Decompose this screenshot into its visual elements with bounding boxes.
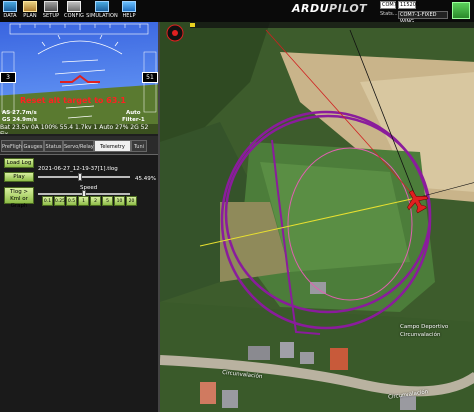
top-toolbar: DATA PLAN SETUP CONFIG SIMULATION HELP A… bbox=[0, 0, 474, 25]
load-log-button[interactable]: Load Log bbox=[4, 158, 34, 168]
map-label-campo: Campo Deportivo bbox=[400, 324, 449, 330]
speed-1-button[interactable]: 1 bbox=[78, 196, 89, 206]
altitude-readout: 51 bbox=[142, 72, 158, 83]
simulation-icon bbox=[95, 1, 109, 12]
ekf-label: Filter-1 bbox=[122, 117, 145, 123]
help-icon bbox=[122, 1, 136, 12]
hud-footer: Bat 23.5v 0A 100% 55.4 1.7kv 1 Auto 27% … bbox=[0, 124, 158, 134]
home-marker-icon[interactable] bbox=[160, 24, 190, 44]
connect-icon[interactable] bbox=[452, 2, 470, 19]
connection-type: COM7-1-FIXED WING bbox=[398, 11, 448, 25]
speed-0-25-button[interactable]: 0.25 bbox=[54, 196, 65, 206]
gps-indicator-icon bbox=[190, 23, 195, 27]
map-icon bbox=[23, 1, 37, 12]
airspeed-info: AS 27.7m/s bbox=[2, 110, 37, 116]
baud-select[interactable]: 115200 bbox=[398, 1, 419, 9]
setup-icon bbox=[44, 1, 58, 12]
panel-tabs: PreFlight Gauges Status Servo/Relay Tele… bbox=[0, 136, 158, 162]
simulation-button[interactable]: SIMULATION bbox=[86, 0, 118, 22]
tab-status[interactable]: Status bbox=[44, 140, 63, 152]
tab-tuning[interactable]: Tuni bbox=[131, 140, 147, 152]
speed-10-button[interactable]: 10 bbox=[114, 196, 125, 206]
stats-link[interactable]: Stats... bbox=[380, 11, 398, 17]
tlog-kml-graph-button[interactable]: Tlog > Kml or Graph bbox=[4, 187, 34, 209]
mode-label: Auto bbox=[126, 110, 141, 116]
map-label-campo-sub: Circunvalación bbox=[400, 332, 441, 338]
ardupilot-logo: ARDUPILOT bbox=[292, 2, 368, 15]
tab-servo-relay[interactable]: Servo/Relay bbox=[63, 140, 94, 152]
log-progress-thumb[interactable] bbox=[77, 173, 82, 181]
telemetry-panel: Load Log 2021-06-27_12-19-37[1].tlog Pla… bbox=[0, 155, 158, 412]
hud-warning: Reset alt target to 63.1 bbox=[20, 96, 126, 105]
monitor-icon bbox=[3, 1, 17, 12]
map-canvas bbox=[160, 22, 474, 412]
log-progress-track bbox=[38, 176, 130, 178]
data-button[interactable]: DATA bbox=[0, 0, 20, 22]
map-view[interactable]: Campo Deportivo Circunvalación Circunval… bbox=[158, 22, 474, 412]
log-progress-text: 45.49% bbox=[135, 176, 156, 182]
speed-0-5-button[interactable]: 0.5 bbox=[66, 196, 77, 206]
hud: 3 51 Reset alt target to 63.1 AS 27.7m/s… bbox=[0, 22, 158, 134]
airspeed-readout: 3 bbox=[0, 72, 16, 83]
wrench-icon bbox=[67, 1, 81, 12]
tab-gauges[interactable]: Gauges bbox=[22, 140, 44, 152]
plan-button[interactable]: PLAN bbox=[20, 0, 40, 22]
speed-0-1-button[interactable]: 0.1 bbox=[42, 196, 53, 206]
help-button[interactable]: HELP bbox=[118, 0, 140, 22]
play-button[interactable]: Play bbox=[4, 172, 34, 182]
tab-preflight[interactable]: PreFlight bbox=[1, 140, 24, 152]
port-select[interactable]: COM7 bbox=[380, 1, 397, 9]
tab-telemetry-logs[interactable]: Telemetry Logs bbox=[94, 140, 131, 162]
groundspeed-info: GS 24.9m/s bbox=[2, 117, 37, 123]
speed-20-button[interactable]: 20 bbox=[126, 196, 137, 206]
map-scale-bar bbox=[190, 22, 474, 28]
log-filename: 2021-06-27_12-19-37[1].tlog bbox=[38, 166, 118, 172]
speed-2-button[interactable]: 2 bbox=[90, 196, 101, 206]
speed-5-button[interactable]: 5 bbox=[102, 196, 113, 206]
setup-button[interactable]: SETUP bbox=[40, 0, 62, 22]
config-button[interactable]: CONFIG bbox=[62, 0, 86, 22]
